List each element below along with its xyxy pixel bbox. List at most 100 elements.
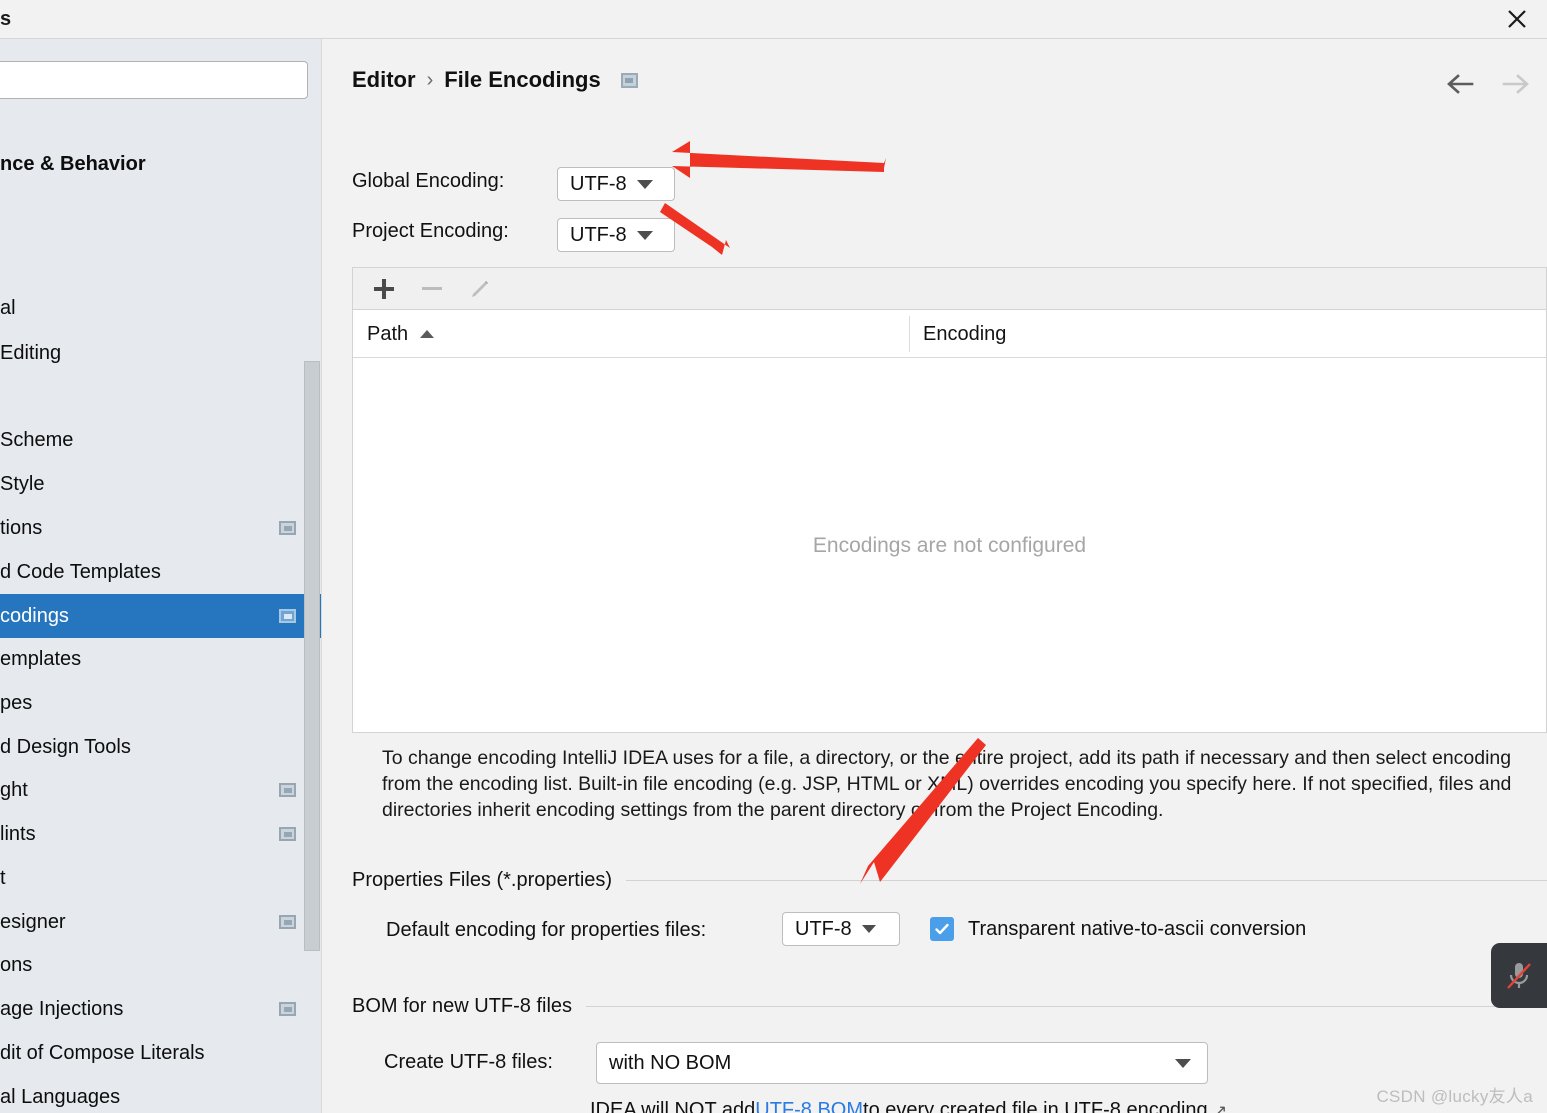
check-icon [935,923,949,935]
microphone-muted-icon[interactable] [1491,943,1547,1008]
sidebar-item-codings[interactable]: codings [0,594,322,638]
chevron-down-icon [861,925,876,933]
column-header-path[interactable]: Path [367,310,435,358]
sidebar-item-pes[interactable]: pes [0,681,322,725]
sidebar-item-lints[interactable]: lints [0,812,322,856]
sidebar-item-label: ons [0,953,33,976]
sidebar-item-al-languages[interactable]: al Languages [0,1075,322,1113]
sidebar-item-label: d Code Templates [0,560,161,583]
default-properties-encoding-row: Default encoding for properties files: [386,919,706,942]
global-encoding-value: UTF-8 [570,172,627,195]
utf8-bom-link[interactable]: UTF-8 BOM [755,1099,863,1113]
sidebar-item-scheme[interactable]: Scheme [0,418,322,462]
transparent-conversion-checkbox-row[interactable]: Transparent native-to-ascii conversion [930,917,1306,941]
sidebar-item-t[interactable]: t [0,856,322,900]
sidebar-item-age-injections[interactable]: age Injections [0,987,322,1031]
default-properties-encoding-select[interactable]: UTF-8 [782,912,900,946]
chevron-down-icon [1175,1058,1191,1068]
chevron-down-icon [636,179,653,189]
breadcrumb-separator: › [426,68,434,91]
sidebar-item-al[interactable]: al [0,286,322,330]
project-encoding-label: Project Encoding: [352,220,509,242]
minus-icon [419,276,445,302]
bom-section-title: BOM for new UTF-8 files [352,995,573,1017]
arrow-left-glyph [1447,74,1474,94]
close-icon[interactable] [1495,0,1539,38]
global-encoding-select[interactable]: UTF-8 [557,167,675,201]
sidebar-item-dit-of-compose-literals[interactable]: dit of Compose Literals [0,1031,322,1075]
chevron-down-icon [636,230,653,240]
sidebar-scrollbar-thumb[interactable] [304,361,320,951]
column-header-encoding-label: Encoding [923,322,1007,345]
bom-hint-prefix: IDEA will NOT add [590,1099,756,1113]
sidebar-search [0,61,322,103]
arrow-left-icon[interactable] [1443,67,1477,101]
sidebar-item-label: nce & Behavior [0,152,146,175]
sidebar-item-editing[interactable]: Editing [0,331,322,375]
microphone-muted-glyph [1507,962,1531,989]
create-utf8-files-label: Create UTF-8 files: [384,1051,553,1073]
sidebar-item-label: esigner [0,910,66,933]
sidebar-item-emplates[interactable]: emplates [0,637,322,681]
sidebar-item-label: ght [0,778,28,801]
sidebar-item-d-design-tools[interactable]: d Design Tools [0,725,322,769]
create-utf8-files-value: with NO BOM [609,1051,732,1074]
search-input[interactable] [0,61,308,99]
bom-section-header: BOM for new UTF-8 files [352,995,1547,1018]
bom-hint: IDEA will NOT add UTF-8 BOM to every cre… [590,1099,1227,1113]
sidebar-item-label: d Design Tools [0,735,131,758]
global-encoding-label: Global Encoding: [352,170,505,192]
sidebar-item-d-code-templates[interactable]: d Code Templates [0,550,322,594]
sidebar-item-label: emplates [0,647,82,670]
breadcrumb-parent[interactable]: Editor [352,67,416,93]
table-empty-message: Encodings are not configured [812,534,1087,557]
global-encoding-row: Global Encoding: [352,170,504,193]
properties-files-section-title: Properties Files (*.properties) [352,869,613,891]
settings-sidebar[interactable]: nce & Behavior al Editing Scheme Style tions d… [0,39,322,1113]
pencil-glyph [472,280,488,297]
sidebar-item-tions[interactable]: tions [0,506,322,550]
sidebar-item-style[interactable]: Style [0,462,322,506]
sidebar-item-label: dit of Compose Literals [0,1041,205,1064]
breadcrumb-current: File Encodings [444,67,601,92]
plus-icon[interactable] [371,276,397,302]
project-scope-icon [279,915,296,929]
sidebar-item-esigner[interactable]: esigner [0,900,322,944]
sidebar-item-blank-3[interactable] [0,375,322,419]
properties-files-section-header: Properties Files (*.properties) [352,869,1547,892]
settings-dialog: s nce & Behavior al Editing Scheme Style tion… [0,0,1547,1113]
arrow-right-icon[interactable] [1499,67,1533,101]
column-header-encoding[interactable]: Encoding [923,310,1006,358]
project-scope-icon [279,1002,296,1016]
settings-main-panel: Editor › File Encodings Global Encoding:… [322,39,1547,1113]
project-scope-icon [279,609,296,623]
sidebar-item-label: codings [0,604,69,627]
window-titlebar: s [0,0,1547,39]
column-header-path-label: Path [367,322,409,345]
external-link-icon[interactable]: ↗ [1214,1101,1227,1113]
default-properties-encoding-value: UTF-8 [795,917,852,940]
sidebar-item-ons[interactable]: ons [0,943,322,987]
sidebar-item-nce-behavior[interactable]: nce & Behavior [0,142,322,186]
project-encoding-select[interactable]: UTF-8 [557,218,675,252]
sidebar-item-label: Style [0,472,45,495]
section-divider-line [586,1006,1547,1007]
window-title: s [0,8,12,30]
section-divider-line [626,880,1547,881]
create-utf8-files-select[interactable]: with NO BOM [596,1042,1208,1084]
transparent-conversion-checkbox[interactable] [930,917,954,941]
sidebar-item-label: al [0,296,16,319]
project-encoding-value: UTF-8 [570,223,627,246]
description-text: To change encoding IntelliJ IDEA uses fo… [382,747,1512,821]
breadcrumb: Editor › File Encodings [352,67,638,93]
bom-hint-suffix: to every created file in UTF-8 encoding [863,1099,1208,1113]
sidebar-item-label: al Languages [0,1085,121,1108]
project-encoding-row: Project Encoding: [352,220,509,243]
column-divider[interactable] [909,316,910,352]
close-glyph [1508,10,1526,28]
sidebar-item-ght[interactable]: ght [0,768,322,812]
sidebar-item-label: lints [0,822,36,845]
sidebar-item-label: pes [0,691,33,714]
encodings-table: Path Encoding Encodings are not configur… [352,309,1547,733]
sidebar-item-label: t [0,866,6,889]
